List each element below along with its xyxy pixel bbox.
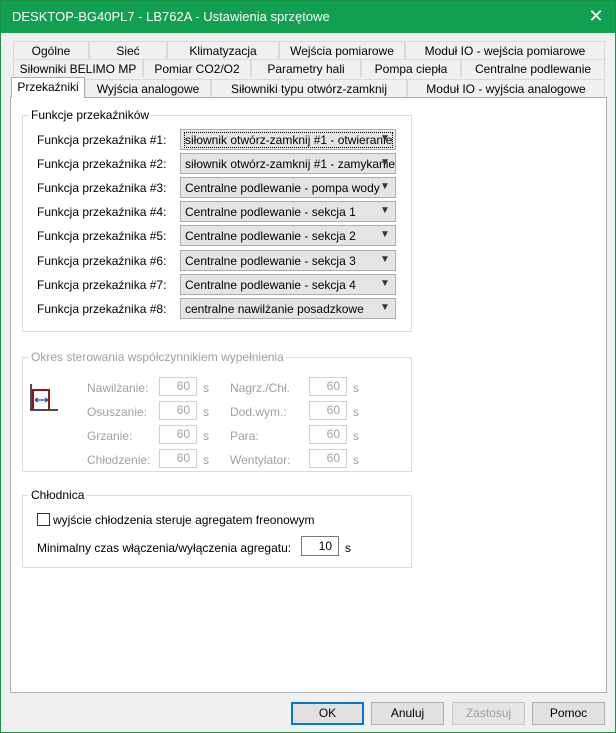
chevron-down-icon: ▼ [380, 181, 390, 192]
cooling-label: Chłodzenie: [87, 453, 151, 467]
min-time-unit: s [345, 541, 351, 555]
help-button[interactable]: Pomoc [532, 702, 605, 725]
steam-unit: s [353, 429, 359, 443]
tab-pompa-ciepla[interactable]: Pompa ciepła [361, 59, 461, 77]
freon-aggregate-label: wyjście chłodzenia steruje agregatem fre… [53, 513, 315, 527]
relay-1-label: Funkcja przekaźnika #1: [37, 133, 167, 147]
tab-ogolne[interactable]: Ogólne [13, 41, 89, 59]
period-group-title: Okres sterowania współczynnikiem wypełni… [29, 350, 286, 364]
tab-siec[interactable]: Sieć [89, 41, 167, 59]
ok-button[interactable]: OK [291, 702, 364, 725]
steam-label: Para: [230, 429, 259, 443]
freon-aggregate-checkbox[interactable] [37, 513, 50, 526]
tab-wyjscia-analogowe[interactable]: Wyjścia analogowe [85, 79, 211, 97]
humidify-label: Nawilżanie: [87, 381, 149, 395]
cooler-group-title: Chłodnica [29, 488, 87, 502]
window-title: DESKTOP-BG40PL7 - LB762A - Ustawienia sp… [12, 9, 330, 24]
chevron-down-icon: ▼ [380, 229, 390, 240]
relay-6-label: Funkcja przekaźnika #6: [37, 254, 167, 268]
relay-6-value: Centralne podlewanie - sekcja 3 [185, 254, 356, 268]
relay-5-label: Funkcja przekaźnika #5: [37, 229, 167, 243]
relay-2-label: Funkcja przekaźnika #2: [37, 157, 167, 171]
relay-1-value: siłownik otwórz-zamknij #1 - otwieranie [183, 132, 394, 148]
period-group: Okres sterowania współczynnikiem wypełni… [22, 350, 412, 472]
tab-parametry-hali[interactable]: Parametry hali [251, 59, 361, 77]
heating-label: Grzanie: [87, 429, 133, 443]
heating-unit: s [203, 429, 209, 443]
extra-exchange-unit: s [353, 405, 359, 419]
title-bar[interactable]: DESKTOP-BG40PL7 - LB762A - Ustawienia sp… [1, 1, 615, 33]
relay-5-select[interactable]: Centralne podlewanie - sekcja 2 ▼ [180, 225, 396, 246]
chevron-down-icon: ▼ [380, 157, 390, 168]
relay-8-select[interactable]: centralne nawilżanie posadzkowe ▼ [180, 298, 396, 319]
tab-silowniki-belimo[interactable]: Siłowniki BELIMO MP [13, 59, 143, 77]
fan-label: Wentylator: [230, 453, 291, 467]
relay-7-select[interactable]: Centralne podlewanie - sekcja 4 ▼ [180, 274, 396, 295]
extra-exchange-label: Dod.wym.: [230, 405, 287, 419]
tab-modul-io-wyjscia[interactable]: Moduł IO - wyjścia analogowe [407, 79, 605, 97]
chevron-down-icon: ▼ [380, 254, 390, 265]
close-icon[interactable]: ✕ [587, 7, 605, 25]
relay-3-select[interactable]: Centralne podlewanie - pompa wody ▼ [180, 177, 396, 198]
apply-button[interactable]: Zastosuj [452, 702, 525, 725]
min-time-input[interactable]: 10 [301, 536, 339, 556]
steam-input[interactable]: 60 [309, 425, 347, 444]
min-time-label: Minimalny czas włączenia/wyłączenia agre… [37, 541, 292, 555]
dehumidify-label: Osuszanie: [87, 405, 148, 419]
extra-exchange-input[interactable]: 60 [309, 401, 347, 420]
relays-group: Funkcje przekaźników Funkcja przekaźnika… [22, 108, 412, 332]
fan-input[interactable]: 60 [309, 449, 347, 468]
chevron-down-icon: ▼ [380, 205, 390, 216]
fan-unit: s [353, 453, 359, 467]
relay-5-value: Centralne podlewanie - sekcja 2 [185, 229, 356, 243]
tab-silowniki-otworz-zamknij[interactable]: Siłowniki typu otwórz-zamknij [211, 79, 407, 97]
tab-centralne-podlewanie[interactable]: Centralne podlewanie [461, 59, 605, 77]
humidify-unit: s [203, 381, 209, 395]
pwm-signal-icon [28, 382, 60, 414]
relay-6-select[interactable]: Centralne podlewanie - sekcja 3 ▼ [180, 250, 396, 271]
relay-4-select[interactable]: Centralne podlewanie - sekcja 1 ▼ [180, 201, 396, 222]
relay-2-value: siłownik otwórz-zamknij #1 - zamykanie [185, 157, 396, 171]
tab-pomiar-co2[interactable]: Pomiar CO2/O2 [143, 59, 251, 77]
heating-input[interactable]: 60 [159, 425, 197, 444]
cooling-input[interactable]: 60 [159, 449, 197, 468]
settings-window: DESKTOP-BG40PL7 - LB762A - Ustawienia sp… [0, 0, 616, 733]
tab-klimatyzacja[interactable]: Klimatyzacja [167, 41, 279, 59]
relay-7-value: Centralne podlewanie - sekcja 4 [185, 278, 356, 292]
relays-group-title: Funkcje przekaźników [29, 108, 152, 122]
tab-przekazniki[interactable]: Przekaźniki [11, 77, 85, 98]
relay-8-value: centralne nawilżanie posadzkowe [185, 302, 364, 316]
tab-panel-przekazniki: Funkcje przekaźników Funkcja przekaźnika… [10, 97, 607, 693]
heat-cool-input[interactable]: 60 [309, 377, 347, 396]
dehumidify-unit: s [203, 405, 209, 419]
relay-8-label: Funkcja przekaźnika #8: [37, 302, 167, 316]
dehumidify-input[interactable]: 60 [159, 401, 197, 420]
relay-3-value: Centralne podlewanie - pompa wody [185, 181, 380, 195]
relay-4-label: Funkcja przekaźnika #4: [37, 205, 167, 219]
relay-2-select[interactable]: siłownik otwórz-zamknij #1 - zamykanie ▼ [180, 153, 396, 174]
relay-1-select[interactable]: siłownik otwórz-zamknij #1 - otwieranie … [180, 129, 396, 150]
relay-7-label: Funkcja przekaźnika #7: [37, 278, 167, 292]
heat-cool-label: Nagrz./Chł. [230, 381, 291, 395]
chevron-down-icon: ▼ [380, 278, 390, 289]
humidify-input[interactable]: 60 [159, 377, 197, 396]
chevron-down-icon: ▼ [380, 302, 390, 313]
relay-4-value: Centralne podlewanie - sekcja 1 [185, 205, 356, 219]
cooling-unit: s [203, 453, 209, 467]
cooler-group: Chłodnica wyjście chłodzenia steruje agr… [22, 488, 412, 568]
chevron-down-icon: ▼ [380, 133, 390, 144]
heat-cool-unit: s [353, 381, 359, 395]
relay-3-label: Funkcja przekaźnika #3: [37, 181, 167, 195]
tab-wejscia-pomiarowe[interactable]: Wejścia pomiarowe [279, 41, 405, 59]
cancel-button[interactable]: Anuluj [371, 702, 444, 725]
tab-modul-io-wejscia[interactable]: Moduł IO - wejścia pomiarowe [405, 41, 605, 59]
